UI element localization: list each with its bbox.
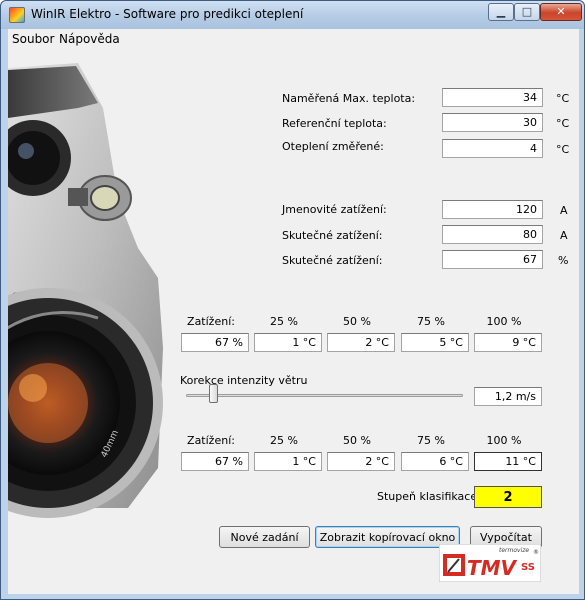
wind-slider-track[interactable]	[186, 394, 463, 397]
measured-rise-unit: °C	[556, 143, 570, 156]
menu-napoveda[interactable]: Nápověda	[59, 32, 120, 46]
tmv-logo: termovize TMV SS ®	[439, 544, 541, 582]
app-window: WinIR Elektro - Software pro predikci ot…	[0, 0, 585, 600]
table1-header-25: 25 %	[270, 315, 298, 328]
nominal-load-unit: A	[560, 204, 568, 217]
app-icon	[9, 7, 25, 23]
table1-value-75: 5 °C	[401, 333, 469, 352]
actual-load-pct-label: Skutečné zatížení:	[282, 254, 383, 267]
table2-value-50: 2 °C	[327, 452, 395, 471]
reference-temp-unit: °C	[556, 117, 570, 130]
window-title: WinIR Elektro - Software pro predikci ot…	[31, 7, 304, 21]
svg-text:TMV: TMV	[467, 556, 518, 580]
classification-value: 2	[474, 486, 542, 508]
table1-value-25: 1 °C	[254, 333, 322, 352]
table1-header-load: Zatížení:	[187, 315, 235, 328]
table2-header-100: 100 %	[486, 434, 522, 447]
measured-max-temp-field[interactable]: 34	[442, 88, 543, 107]
table1-header-100: 100 %	[486, 315, 522, 328]
measured-max-temp-unit: °C	[556, 92, 570, 105]
table2-value-load: 67 %	[181, 452, 249, 471]
svg-text:®: ®	[533, 549, 539, 556]
actual-load-a-unit: A	[560, 229, 568, 242]
maximize-button[interactable]: □	[514, 3, 540, 21]
maximize-icon: □	[521, 5, 533, 18]
reference-temp-label: Referenční teplota:	[282, 117, 387, 130]
table2-header-25: 25 %	[270, 434, 298, 447]
table1-value-load: 67 %	[181, 333, 249, 352]
table1-header-50: 50 %	[343, 315, 371, 328]
nominal-load-field[interactable]: 120	[442, 200, 543, 219]
table1-value-100: 9 °C	[474, 333, 542, 352]
table2-header-75: 75 %	[417, 434, 445, 447]
menu-soubor[interactable]: Soubor	[12, 32, 54, 46]
measured-rise-label: Oteplení změřené:	[282, 140, 384, 153]
table2-header-50: 50 %	[343, 434, 371, 447]
nominal-load-label: Jmenovité zatížení:	[282, 203, 387, 216]
table2-value-25: 1 °C	[254, 452, 322, 471]
table2-value-75: 6 °C	[401, 452, 469, 471]
thermal-camera-image: IR 40mm	[8, 48, 168, 594]
actual-load-pct-unit: %	[558, 254, 569, 267]
measured-rise-field[interactable]: 4	[442, 139, 543, 158]
menu-bar: Soubor Nápověda	[8, 29, 579, 48]
wind-speed-field: 1,2 m/s	[474, 387, 542, 406]
main-panel: IR 40mm Naměřená Max. teplota: 34 °C Ref…	[8, 48, 579, 594]
actual-load-pct-field: 67	[442, 250, 543, 269]
actual-load-a-field[interactable]: 80	[442, 225, 543, 244]
table2-value-100: 11 °C	[474, 452, 542, 471]
reference-temp-field[interactable]: 30	[442, 113, 543, 132]
new-input-button[interactable]: Nové zadání	[219, 526, 310, 548]
close-button[interactable]: ✕	[540, 3, 582, 21]
table2-header-load: Zatížení:	[187, 434, 235, 447]
title-bar[interactable]: WinIR Elektro - Software pro predikci ot…	[1, 1, 584, 29]
svg-text:termovize: termovize	[499, 547, 529, 554]
close-icon: ✕	[556, 5, 566, 18]
classification-label: Stupeň klasifikace:	[377, 490, 481, 503]
client-area: Soubor Nápověda 40mm Naměřená Max. teplo…	[8, 29, 579, 594]
measured-max-temp-label: Naměřená Max. teplota:	[282, 92, 416, 105]
actual-load-a-label: Skutečné zatížení:	[282, 229, 383, 242]
table1-value-50: 2 °C	[327, 333, 395, 352]
wind-slider-thumb[interactable]	[208, 384, 218, 403]
table1-header-75: 75 %	[417, 315, 445, 328]
minimize-icon: ▁	[496, 5, 506, 18]
wind-correction-label: Korekce intenzity větru	[180, 374, 308, 387]
minimize-button[interactable]: ▁	[488, 3, 514, 21]
svg-text:SS: SS	[521, 562, 535, 573]
